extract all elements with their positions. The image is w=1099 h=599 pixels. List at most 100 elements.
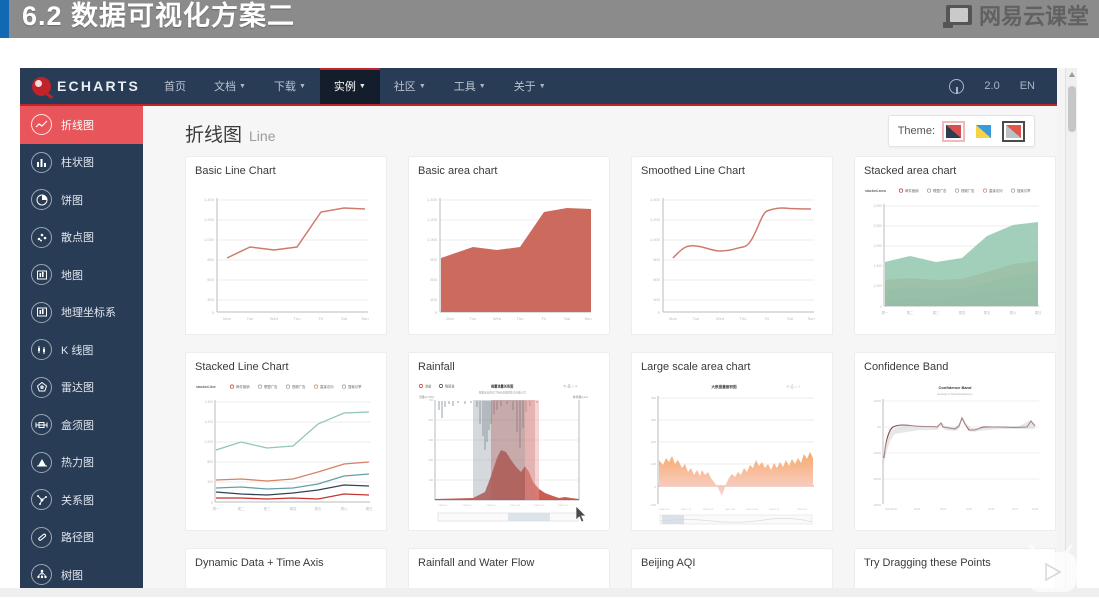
- svg-text:200: 200: [651, 440, 656, 444]
- sidebar-item-candlestick[interactable]: K 线图: [20, 331, 143, 369]
- sidebar-item-heatmap[interactable]: 热力图: [20, 444, 143, 482]
- svg-text:1,400: 1,400: [650, 197, 661, 202]
- svg-text:10-19: 10-19: [988, 509, 995, 511]
- example-card-title: Large scale area chart: [641, 361, 750, 373]
- example-card-smoothed-line[interactable]: Smoothed Line Chart 1,4001,200: [631, 156, 833, 335]
- vertical-scrollbar[interactable]: [1065, 68, 1077, 588]
- brand-watermark-text: 网易云课堂: [979, 0, 1089, 31]
- chart-thumbnail-basic-line: 1,4001,200 1,000800 6004000 MonTueWed Th…: [190, 184, 384, 332]
- svg-text:0%: 0%: [877, 425, 882, 429]
- svg-text:Tue: Tue: [247, 316, 255, 321]
- svg-text:0: 0: [880, 305, 882, 309]
- sidebar-item-line[interactable]: 折线图: [20, 106, 143, 144]
- scrollbar-thumb[interactable]: [1068, 86, 1076, 132]
- echarts-logo[interactable]: ECHARTS: [32, 77, 150, 96]
- navbar-menu: 首页 文档 ▼ 下载 ▼ 实例 ▼ 社区 ▼ 工具 ▼: [150, 68, 560, 104]
- svg-text:降雨量(mm): 降雨量(mm): [573, 395, 588, 399]
- sidebar-item-graph[interactable]: 关系图: [20, 481, 143, 519]
- svg-text:周二: 周二: [907, 310, 914, 315]
- svg-text:周五: 周五: [315, 506, 322, 511]
- heatmap-icon: [31, 452, 52, 473]
- sidebar-item-map[interactable]: 地图: [20, 256, 143, 294]
- svg-text:视频广告: 视频广告: [961, 188, 975, 193]
- example-card-dynamic-data[interactable]: Dynamic Data + Time Axis: [185, 548, 387, 588]
- sidebar-item-tree[interactable]: 树图: [20, 556, 143, 588]
- example-card-large-scale-area[interactable]: Large scale area chart 大数据量面积图 ⟲ ⎙ ⌂ ≡: [631, 352, 833, 531]
- examples-grid: Basic Line Chart 1,4001,200: [185, 156, 1057, 588]
- example-card-basic-area[interactable]: Basic area chart 1,4001,200: [408, 156, 610, 335]
- svg-text:Tue: Tue: [693, 316, 701, 321]
- example-card-title: Stacked Line Chart: [195, 361, 289, 373]
- nav-item-home[interactable]: 首页: [150, 68, 200, 104]
- theme-swatch-red-dark[interactable]: [942, 121, 965, 142]
- svg-text:Tue: Tue: [470, 316, 478, 321]
- theme-swatch-red-grey[interactable]: [1002, 121, 1025, 142]
- svg-text:1,500: 1,500: [874, 264, 883, 268]
- example-card-confidence-band[interactable]: Confidence Band Confidence Band Example …: [854, 352, 1056, 531]
- chart-thumbnail-smoothed-line: 1,4001,200 1,000800 6004000 MonTueWed Th…: [636, 184, 830, 332]
- svg-text:1992-5-22: 1992-5-22: [703, 509, 714, 511]
- svg-text:Thu: Thu: [517, 316, 524, 321]
- nav-item-docs-label: 文档: [214, 78, 236, 94]
- svg-text:2010-9-15: 2010-9-15: [769, 509, 780, 511]
- example-card-stacked-line[interactable]: Stacked Line Chart stacked-line 邮件营销 联盟广…: [185, 352, 387, 531]
- sidebar-item-scatter[interactable]: 散点图: [20, 219, 143, 257]
- svg-text:700: 700: [428, 398, 433, 402]
- nav-item-download[interactable]: 下载 ▼: [260, 68, 320, 104]
- svg-text:1,400: 1,400: [204, 197, 215, 202]
- svg-text:Wed: Wed: [716, 316, 724, 321]
- example-card-basic-line[interactable]: Basic Line Chart 1,4001,200: [185, 156, 387, 335]
- svg-text:Sat: Sat: [564, 316, 571, 321]
- svg-text:周三: 周三: [264, 506, 271, 511]
- sidebar-item-radar[interactable]: 雷达图: [20, 369, 143, 407]
- nav-item-about[interactable]: 关于 ▼: [500, 68, 560, 104]
- echarts-examples-page: ECHARTS 首页 文档 ▼ 下载 ▼ 实例 ▼ 社区 ▼ 工具: [20, 68, 1077, 588]
- svg-text:-200%: -200%: [873, 477, 882, 481]
- svg-text:周三: 周三: [933, 310, 940, 315]
- example-card-title: Try Dragging these Points: [864, 557, 991, 569]
- video-play-overlay[interactable]: [1019, 544, 1091, 594]
- svg-text:联盟广告: 联盟广告: [933, 188, 947, 193]
- sidebar-item-pie[interactable]: 饼图: [20, 181, 143, 219]
- sidebar-item-radar-label: 雷达图: [61, 379, 94, 395]
- nav-item-tools[interactable]: 工具 ▼: [440, 68, 500, 104]
- example-card-title: Beijing AQI: [641, 557, 695, 569]
- example-card-rainfall[interactable]: Rainfall 流量 降雨量 雨量流量关系图 数据来自西安兰特水电测控技术有限…: [408, 352, 610, 531]
- sidebar-item-geo[interactable]: 地理坐标系: [20, 294, 143, 332]
- svg-text:1,200: 1,200: [204, 217, 215, 222]
- sidebar-item-map-label: 地图: [61, 267, 83, 283]
- version-selector[interactable]: 2.0: [984, 80, 999, 92]
- svg-text:⟲ ⎙ ⌂ ≡: ⟲ ⎙ ⌂ ≡: [786, 384, 801, 389]
- navbar-right-actions: 2.0 EN: [949, 79, 1035, 94]
- chevron-down-icon: ▼: [299, 83, 306, 90]
- path-lines-icon: [31, 527, 52, 548]
- sidebar-item-path[interactable]: 路径图: [20, 519, 143, 557]
- nav-item-examples[interactable]: 实例 ▼: [320, 68, 380, 104]
- nav-item-download-label: 下载: [274, 78, 296, 94]
- svg-text:2014-6-26: 2014-6-26: [797, 509, 808, 511]
- scroll-up-arrow-icon[interactable]: [1069, 72, 1075, 77]
- brand-watermark: 网易云课堂: [946, 0, 1089, 30]
- sidebar-item-bar[interactable]: 柱状图: [20, 144, 143, 182]
- language-selector[interactable]: EN: [1020, 80, 1035, 92]
- svg-text:Fri: Fri: [765, 316, 770, 321]
- nav-item-community[interactable]: 社区 ▼: [380, 68, 440, 104]
- sidebar-item-boxplot[interactable]: 盒须图: [20, 406, 143, 444]
- nav-item-docs[interactable]: 文档 ▼: [200, 68, 260, 104]
- sidebar-item-bar-label: 柱状图: [61, 154, 94, 170]
- geo-coordinate-icon: [31, 302, 52, 323]
- svg-text:周六: 周六: [341, 506, 348, 511]
- chart-thumbnail-large-scale-area: 大数据量面积图 ⟲ ⎙ ⌂ ≡ 400300: [636, 380, 830, 528]
- svg-text:200: 200: [428, 458, 433, 462]
- svg-text:0: 0: [658, 310, 661, 315]
- example-card-beijing-aqi[interactable]: Beijing AQI: [631, 548, 833, 588]
- example-card-stacked-area[interactable]: Stacked area chart stacked-area 邮件营销 联盟广…: [854, 156, 1056, 335]
- svg-text:邮件营销: 邮件营销: [905, 188, 919, 193]
- nav-item-about-label: 关于: [514, 78, 536, 94]
- example-card-rainfall-water-flow[interactable]: Rainfall and Water Flow: [408, 548, 610, 588]
- github-icon[interactable]: [949, 79, 964, 94]
- theme-swatch-blue-yellow[interactable]: [972, 121, 995, 142]
- sidebar-item-scatter-label: 散点图: [61, 229, 94, 245]
- examples-row: Basic Line Chart 1,4001,200: [185, 156, 1057, 335]
- svg-text:大数据量面积图: 大数据量面积图: [711, 384, 737, 389]
